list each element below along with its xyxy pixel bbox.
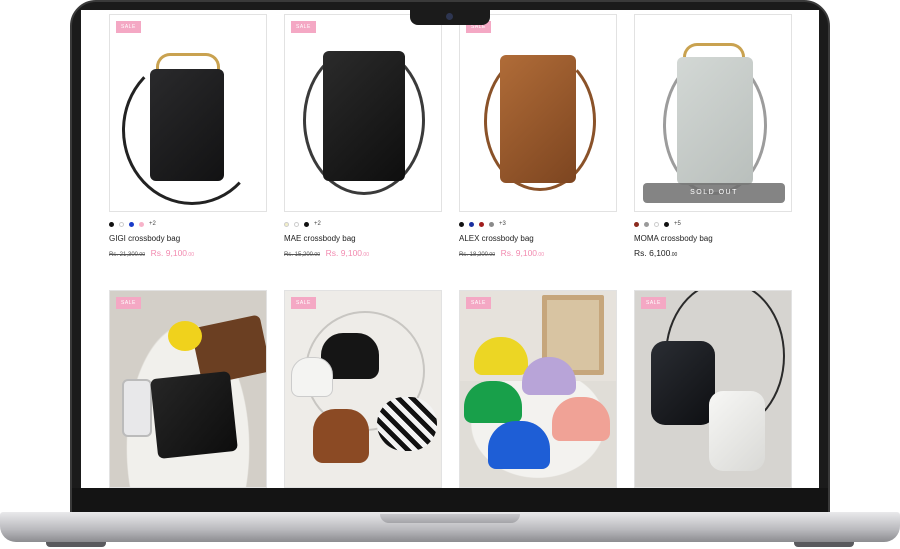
laptop-opening-groove <box>380 514 520 523</box>
product-card[interactable]: SALE +2 GIGI crossbody bag Rs. 21,300.00… <box>109 14 267 258</box>
bag-body <box>150 69 224 181</box>
product-image[interactable]: SALE <box>109 14 267 212</box>
product-image[interactable]: SOLD OUT <box>634 14 792 212</box>
swatch-grey[interactable] <box>489 221 494 227</box>
price-row: Rs. 15,200.00 Rs. 9,100.00 <box>284 248 442 258</box>
pink-bag <box>552 397 610 441</box>
sale-badge: SALE <box>641 297 666 309</box>
swatch-rust[interactable] <box>634 221 639 227</box>
bag-body <box>677 57 753 185</box>
zebra-bag <box>377 397 437 451</box>
original-price: Rs. 15,200.00 <box>284 252 320 258</box>
product-title[interactable]: MAE crossbody bag <box>284 234 442 243</box>
black-bag <box>651 341 715 425</box>
swatch-blue[interactable] <box>129 221 134 227</box>
product-card[interactable]: SALE +2 MAE crossbody bag Rs. 15,200.00 … <box>284 14 442 258</box>
product-card[interactable]: SALE <box>109 290 267 488</box>
sale-price: Rs. 9,100.00 <box>150 248 194 258</box>
black-bag <box>150 371 238 459</box>
product-image[interactable]: SALE <box>459 14 617 212</box>
product-card[interactable]: SALE <box>459 290 617 488</box>
swatch-white[interactable] <box>119 221 124 227</box>
sale-badge: SALE <box>291 297 316 309</box>
screen: SALE +2 GIGI crossbody bag Rs. 21,300.00… <box>81 10 819 488</box>
product-image[interactable]: SALE <box>459 290 617 488</box>
swatch-navy[interactable] <box>469 221 474 227</box>
brown-bag <box>313 409 369 463</box>
color-swatches: +5 <box>634 219 792 229</box>
sale-price: Rs. 9,100.00 <box>325 248 369 258</box>
product-card[interactable]: SALE <box>284 290 442 488</box>
bag-body <box>323 51 405 181</box>
laptop-foot <box>46 542 106 547</box>
green-bag <box>464 381 522 423</box>
sale-price: Rs. 9,100.00 <box>500 248 544 258</box>
swatch-black[interactable] <box>664 221 669 227</box>
white-bag <box>709 391 765 471</box>
more-colors[interactable]: +3 <box>499 221 506 227</box>
regular-price: Rs. 6,100.00 <box>634 248 678 258</box>
more-colors[interactable]: +2 <box>314 221 321 227</box>
original-price: Rs. 18,200.00 <box>459 252 495 258</box>
yellow-lemon <box>168 321 202 351</box>
sale-badge: SALE <box>291 21 316 33</box>
sale-badge: SALE <box>116 21 141 33</box>
swatch-red[interactable] <box>479 221 484 227</box>
product-image[interactable]: SALE <box>284 290 442 488</box>
product-title[interactable]: GIGI crossbody bag <box>109 234 267 243</box>
product-image[interactable]: SALE <box>109 290 267 488</box>
blue-bag <box>488 421 550 469</box>
product-card[interactable]: SOLD OUT +5 MOMA crossbody bag Rs. 6,100… <box>634 14 792 258</box>
yellow-bag <box>474 337 528 375</box>
camera-notch <box>410 9 490 25</box>
swatch-pink[interactable] <box>139 221 144 227</box>
price-row: Rs. 18,200.00 Rs. 9,100.00 <box>459 248 617 258</box>
product-card[interactable]: SALE +3 ALEX crossbody bag Rs. 18,200.00… <box>459 14 617 258</box>
product-title[interactable]: MOMA crossbody bag <box>634 234 792 243</box>
camera-icon <box>446 13 453 20</box>
phone <box>122 379 152 437</box>
original-price: Rs. 21,300.00 <box>109 252 145 258</box>
price-row: Rs. 21,300.00 Rs. 9,100.00 <box>109 248 267 258</box>
more-colors[interactable]: +2 <box>149 221 156 227</box>
more-colors[interactable]: +5 <box>674 221 681 227</box>
swatch-grey[interactable] <box>644 221 649 227</box>
white-bag <box>291 357 333 397</box>
product-title[interactable]: ALEX crossbody bag <box>459 234 617 243</box>
product-card[interactable]: SALE <box>634 290 792 488</box>
sale-badge: SALE <box>116 297 141 309</box>
swatch-white[interactable] <box>294 221 299 227</box>
color-swatches: +2 <box>109 219 267 229</box>
laptop-foot <box>794 542 854 547</box>
sold-out-label: SOLD OUT <box>643 183 785 203</box>
laptop-bezel <box>72 488 828 514</box>
sale-badge: SALE <box>466 297 491 309</box>
color-swatches: +2 <box>284 219 442 229</box>
product-image[interactable]: SALE <box>634 290 792 488</box>
price-row: Rs. 6,100.00 <box>634 248 792 258</box>
bag-body <box>500 55 576 183</box>
swatch-black[interactable] <box>109 221 114 227</box>
swatch-black[interactable] <box>459 221 464 227</box>
swatch-white[interactable] <box>654 221 659 227</box>
swatch-cream[interactable] <box>284 221 289 227</box>
swatch-black[interactable] <box>304 221 309 227</box>
product-image[interactable]: SALE <box>284 14 442 212</box>
color-swatches: +3 <box>459 219 617 229</box>
